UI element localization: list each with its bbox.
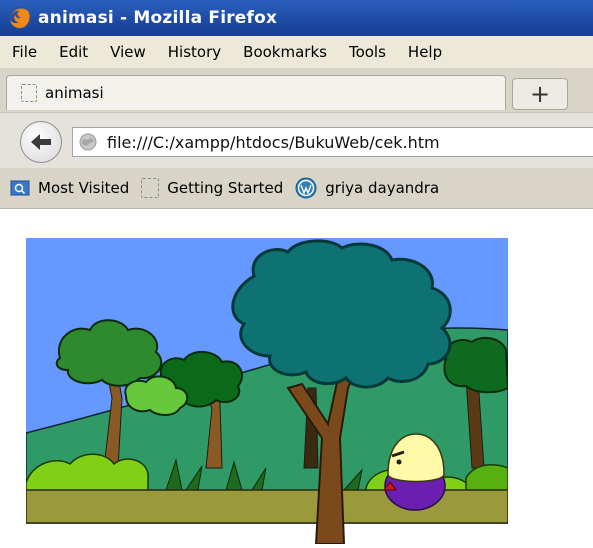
- bookmark-getting-started[interactable]: Getting Started: [141, 178, 283, 198]
- firefox-logo-icon: [8, 6, 32, 30]
- bookmark-label: Most Visited: [38, 179, 130, 197]
- tab-animasi[interactable]: animasi: [6, 75, 506, 110]
- tab-strip: animasi +: [0, 68, 593, 112]
- scene-drawing: [25, 238, 510, 545]
- folder-icon: [10, 180, 30, 196]
- bookmark-griya-dayandra[interactable]: griya dayandra: [295, 177, 439, 199]
- bookmark-label: Getting Started: [167, 179, 284, 197]
- new-tab-button[interactable]: +: [512, 78, 568, 110]
- tab-label: animasi: [45, 84, 104, 102]
- menu-bookmarks[interactable]: Bookmarks: [243, 43, 327, 61]
- globe-icon: [79, 133, 97, 151]
- menu-bar: File Edit View History Bookmarks Tools H…: [0, 36, 593, 68]
- url-bar[interactable]: file:///C:/xampp/htdocs/BukuWeb/cek.htm: [72, 127, 593, 157]
- menu-history[interactable]: History: [168, 43, 221, 61]
- wordpress-icon: [295, 177, 317, 199]
- navigation-toolbar: file:///C:/xampp/htdocs/BukuWeb/cek.htm: [0, 112, 593, 169]
- window-title: animasi - Mozilla Firefox: [38, 8, 278, 28]
- menu-tools[interactable]: Tools: [349, 43, 386, 61]
- back-button[interactable]: [20, 121, 62, 163]
- bookmark-most-visited[interactable]: Most Visited: [10, 179, 129, 197]
- animation-scene: [25, 238, 510, 545]
- bookmarks-toolbar: Most Visited Getting Started griya dayan…: [0, 168, 593, 209]
- page-favicon-icon: [21, 84, 37, 102]
- menu-view[interactable]: View: [110, 43, 146, 61]
- back-arrow-icon: [31, 134, 51, 150]
- menu-help[interactable]: Help: [408, 43, 442, 61]
- menu-edit[interactable]: Edit: [59, 43, 88, 61]
- bookmark-label: griya dayandra: [325, 179, 440, 197]
- character-eye: [396, 459, 402, 465]
- url-text: file:///C:/xampp/htdocs/BukuWeb/cek.htm: [107, 132, 440, 152]
- plus-icon: +: [529, 80, 551, 108]
- window-titlebar[interactable]: animasi - Mozilla Firefox: [0, 0, 593, 36]
- menu-file[interactable]: File: [12, 43, 37, 61]
- page-icon: [141, 178, 160, 198]
